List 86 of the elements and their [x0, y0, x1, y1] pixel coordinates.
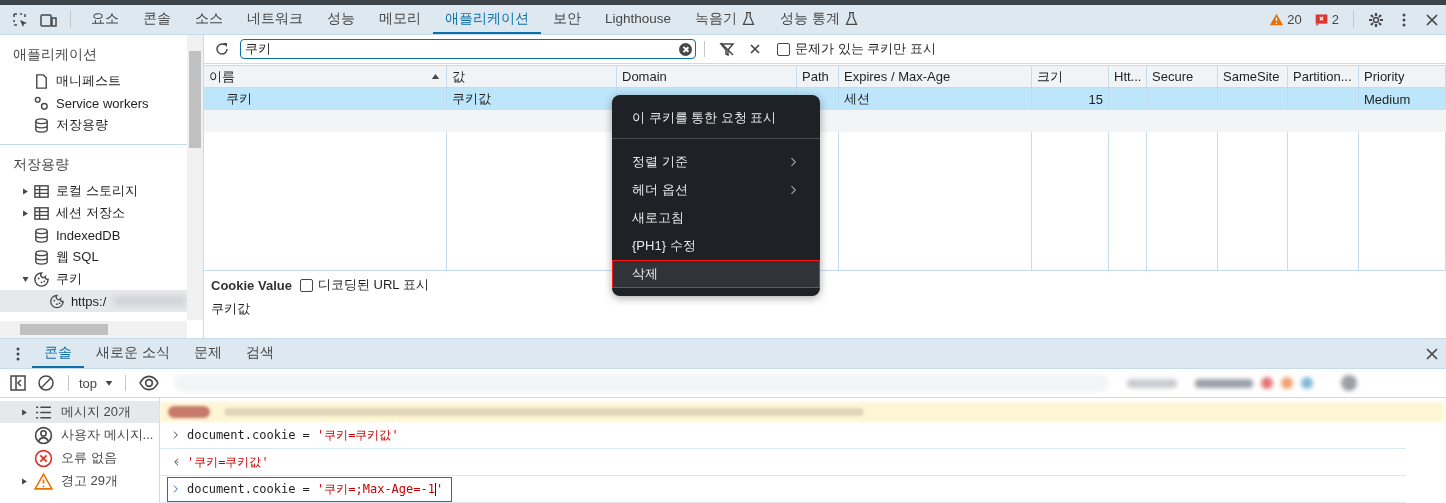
item-label: 웹 SQL [56, 248, 99, 266]
menu-item[interactable]: {PH1} 수정 [612, 232, 820, 260]
tab[interactable]: 콘솔 [32, 339, 84, 368]
table-cell[interactable]: 15 [1032, 88, 1109, 110]
tab[interactable]: 네트워크 [235, 5, 315, 34]
header-label: SameSite [1223, 69, 1280, 84]
item-label: 세션 저장소 [56, 204, 125, 222]
item-label: Service workers [56, 95, 149, 111]
table-cell[interactable]: Medium [1359, 88, 1446, 110]
tab[interactable]: 성능 통계 [768, 5, 871, 34]
sidebar-item[interactable]: 오류 없음 [0, 447, 159, 469]
tab[interactable]: 보안 [541, 5, 593, 34]
table-cell[interactable]: 쿠키값 [447, 88, 617, 110]
tree-item[interactable]: 웹 SQL [0, 246, 187, 268]
column-header[interactable]: Htt... [1109, 66, 1147, 88]
tree-item[interactable]: 세션 저장소 [0, 202, 187, 224]
item-label: 쿠키 [56, 270, 82, 288]
column-header[interactable]: 값 [447, 66, 617, 88]
item-label: 저장용량 [56, 116, 108, 134]
console-command: document.cookie = '쿠키=쿠키값' [187, 426, 399, 444]
column-header[interactable]: Domain [617, 66, 797, 88]
item-label: IndexedDB [56, 227, 121, 243]
column-header[interactable]: Path [797, 66, 839, 88]
header-label: 크기 [1037, 67, 1063, 86]
tab[interactable]: Lighthouse [593, 5, 684, 34]
checkbox-label: 문제가 있는 쿠키만 표시 [795, 40, 936, 58]
header-label: Domain [622, 69, 667, 84]
item-label: 메시지 20개 [61, 403, 132, 421]
section-title: 저장용량 [12, 156, 70, 174]
column-header[interactable]: 이름 [204, 66, 447, 88]
item-label: 사용자 메시지... [61, 426, 154, 444]
item-label: 로컬 스토리지 [56, 182, 138, 200]
column-header[interactable]: Secure [1147, 66, 1218, 88]
cookie-value: 쿠키값 [211, 300, 251, 318]
column-header[interactable]: SameSite [1218, 66, 1288, 88]
console-result: '쿠키=쿠키값' [187, 453, 269, 471]
context-selector[interactable]: top [77, 375, 118, 391]
header-label: 이름 [209, 67, 235, 86]
tree-item[interactable]: Service workers [0, 92, 187, 114]
header-label: Partition... [1293, 69, 1352, 84]
table-cell[interactable]: 세션 [839, 88, 1032, 110]
column-header[interactable]: Priority [1359, 66, 1446, 88]
header-label: 값 [452, 67, 465, 86]
tree-item[interactable]: 쿠키 [0, 268, 187, 290]
item-label: 오류 없음 [61, 449, 117, 467]
tab[interactable]: 녹음기 [683, 5, 769, 34]
column-header[interactable]: 크기 [1032, 66, 1109, 88]
sidebar-item[interactable]: 경고 29개 [0, 470, 159, 492]
error-count[interactable]: 2 [1331, 12, 1339, 27]
tree-item[interactable]: IndexedDB [0, 224, 187, 246]
pane-title: Cookie Value [211, 277, 292, 293]
section-title: 애플리케이션 [12, 46, 98, 64]
tab[interactable]: 애플리케이션 [433, 5, 541, 34]
sidebar-item[interactable]: 메시지 20개 [0, 401, 159, 423]
tab[interactable]: 새로운 소식 [84, 339, 182, 368]
tab[interactable]: 요소 [79, 5, 131, 34]
header-label: Secure [1152, 69, 1194, 84]
menu-item[interactable]: 새로고침 [612, 204, 820, 232]
console-command: document.cookie = '쿠키=;Max-Age=-1' [187, 480, 444, 498]
tree-item[interactable]: 로컬 스토리지 [0, 180, 187, 202]
tab[interactable]: 검색 [233, 339, 286, 368]
item-label: 경고 29개 [61, 472, 119, 490]
header-label: Htt... [1114, 69, 1142, 84]
tree-item[interactable]: https:/ [0, 290, 187, 312]
table-cell[interactable]: 쿠키 [204, 88, 447, 110]
tree-item[interactable]: 저장용량 [0, 114, 187, 136]
header-label: Path [802, 69, 829, 84]
tab[interactable]: 문제 [181, 339, 234, 368]
tree-item[interactable]: 매니페스트 [0, 70, 187, 92]
menu-item[interactable]: 정렬 기준 [612, 148, 820, 176]
menu-item[interactable]: 삭제 [612, 260, 820, 288]
sidebar-item[interactable]: 사용자 메시지... [0, 424, 159, 446]
header-label: Expires / Max-Age [844, 69, 951, 84]
tab[interactable]: 메모리 [367, 5, 433, 34]
warning-count[interactable]: 20 [1287, 12, 1302, 27]
item-label: 매니페스트 [56, 72, 121, 90]
item-label: https:/ [70, 293, 107, 309]
column-header[interactable]: Expires / Max-Age [839, 66, 1032, 88]
checkbox-label: 디코딩된 URL 표시 [317, 276, 429, 294]
header-label: Priority [1364, 69, 1405, 84]
filter-field[interactable]: 쿠키 [240, 39, 696, 59]
column-header[interactable]: Partition... [1288, 66, 1359, 88]
menu-item[interactable]: 헤더 옵션 [612, 176, 820, 204]
tab[interactable]: 성능 [315, 5, 367, 34]
tab[interactable]: 소스 [183, 5, 235, 34]
tab[interactable]: 콘솔 [131, 5, 183, 34]
